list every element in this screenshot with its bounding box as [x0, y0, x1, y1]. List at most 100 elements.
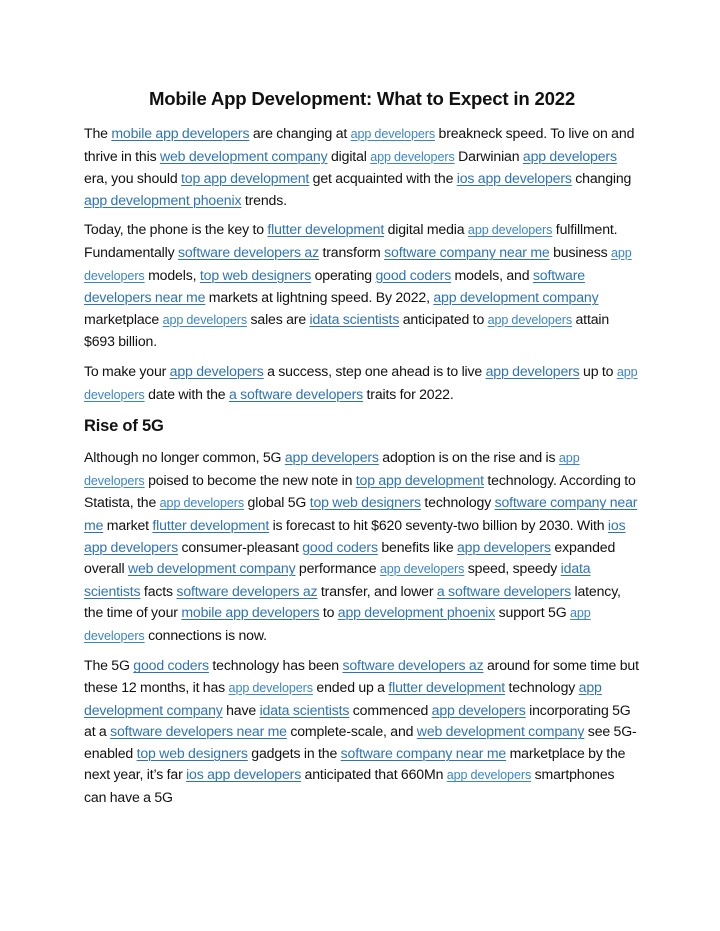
paragraph-text: To make your [84, 362, 170, 379]
document-page: Mobile App Development: What to Expect i… [84, 86, 640, 817]
hyperlink[interactable]: app developers [380, 562, 465, 576]
hyperlink[interactable]: flutter development [267, 221, 384, 237]
hyperlink[interactable]: idata scientists [260, 702, 350, 718]
hyperlink[interactable]: flutter development [388, 679, 505, 695]
hyperlink[interactable]: app development phoenix [338, 604, 496, 620]
paragraph-text: connections is now. [144, 626, 267, 643]
paragraph-text: era, you should [84, 170, 181, 187]
paragraph-text: technology has been [208, 657, 343, 674]
paragraph-text: marketplace [84, 310, 163, 327]
paragraph-text: transfer, and lower [317, 582, 437, 599]
hyperlink[interactable]: app developers [486, 363, 580, 379]
hyperlink[interactable]: app developers [160, 496, 245, 510]
paragraph-text: up to [579, 362, 617, 379]
paragraph-text: commenced [349, 701, 432, 718]
hyperlink[interactable]: a software developers [229, 386, 363, 402]
paragraph-text: Although no longer common, 5G [84, 449, 285, 466]
hyperlink[interactable]: web development company [128, 560, 296, 576]
paragraph-text: gadgets in the [247, 744, 341, 761]
paragraph-text: is forecast to hit $620 seventy-two bill… [269, 516, 608, 533]
paragraph-text: business [549, 243, 611, 260]
document-title: Mobile App Development: What to Expect i… [148, 88, 576, 109]
paragraph-text: get acquainted with the [309, 170, 457, 187]
paragraph-text: The [84, 125, 112, 141]
paragraph: Today, the phone is the key to flutter d… [84, 219, 640, 353]
hyperlink[interactable]: top web designers [137, 745, 248, 761]
paragraph-text: Today, the phone is the key to [84, 221, 268, 238]
section-heading: Rise of 5G [84, 417, 164, 436]
hyperlink[interactable]: software company near me [384, 244, 550, 260]
hyperlink[interactable]: top app development [181, 170, 309, 186]
paragraph: To make your app developers a success, s… [84, 361, 640, 406]
hyperlink[interactable]: app developers [447, 768, 532, 782]
hyperlink[interactable]: a software developers [437, 583, 571, 599]
paragraph-text: performance [295, 560, 380, 577]
paragraph-text: ended up a [312, 679, 389, 696]
hyperlink[interactable]: app development company [433, 289, 598, 305]
hyperlink[interactable]: good coders [375, 267, 451, 283]
hyperlink[interactable]: top web designers [200, 267, 311, 283]
paragraph-text: digital [327, 147, 371, 164]
paragraph-text: complete-scale, and [286, 723, 417, 740]
paragraph: The mobile app developers are changing a… [84, 123, 640, 211]
hyperlink[interactable]: ios app developers [457, 170, 572, 186]
paragraph-text: Darwinian [454, 147, 523, 164]
paragraph-text: to [319, 604, 338, 621]
paragraph-text: speed, speedy [464, 560, 561, 577]
hyperlink[interactable]: app developers [370, 150, 455, 164]
paragraph-text: anticipated that 660Mn [301, 766, 447, 783]
paragraph-text: technology [505, 679, 579, 696]
hyperlink[interactable]: mobile app developers [111, 125, 249, 141]
paragraph-text: are changing at [249, 125, 351, 141]
hyperlink[interactable]: software developers near me [110, 723, 287, 739]
hyperlink[interactable]: app developers [170, 363, 264, 379]
paragraph-text: trends. [241, 191, 287, 208]
paragraph-text: market [103, 516, 153, 533]
hyperlink[interactable]: app developers [285, 449, 379, 465]
paragraph-text: have [222, 701, 260, 718]
paragraph-text: operating [311, 266, 376, 283]
paragraph-text: models, [144, 266, 200, 283]
hyperlink[interactable]: software company near me [341, 745, 507, 761]
paragraph-text: date with the [144, 385, 229, 402]
paragraph-text: technology [420, 494, 495, 511]
hyperlink[interactable]: software developers az [176, 583, 317, 599]
paragraph-text: changing [571, 170, 632, 187]
hyperlink[interactable]: ios app developers [186, 766, 301, 782]
hyperlink[interactable]: software developers az [178, 244, 319, 260]
paragraph-text: a success, step one ahead is to live [263, 362, 486, 379]
paragraph-text: The 5G [84, 657, 134, 674]
paragraph-text: markets at lightning speed. By 2022, [205, 289, 434, 306]
paragraph-text: digital media [384, 221, 468, 238]
document-body: The mobile app developers are changing a… [84, 123, 640, 809]
hyperlink[interactable]: software developers az [342, 657, 483, 673]
hyperlink[interactable]: app developers [523, 148, 617, 164]
hyperlink[interactable]: top app development [356, 472, 484, 488]
hyperlink[interactable]: top web designers [310, 494, 421, 510]
hyperlink[interactable]: app developers [229, 681, 314, 695]
hyperlink[interactable]: app developers [163, 313, 248, 327]
paragraph-text: facts [140, 582, 177, 599]
paragraph: Although no longer common, 5G app develo… [84, 447, 640, 647]
hyperlink[interactable]: web development company [160, 148, 328, 164]
hyperlink[interactable]: app developers [468, 223, 553, 237]
paragraph-text: traits for 2022. [363, 385, 454, 402]
hyperlink[interactable]: good coders [133, 657, 209, 673]
paragraph-text: consumer-pleasant [177, 538, 303, 555]
hyperlink[interactable]: app developers [457, 539, 551, 555]
paragraph-text: anticipated to [399, 310, 488, 327]
paragraph-text: adoption is on the rise and is [378, 449, 559, 466]
paragraph-text: transform [319, 243, 385, 260]
hyperlink[interactable]: idata scientists [309, 311, 399, 327]
hyperlink[interactable]: good coders [302, 539, 378, 555]
paragraph-text: global 5G [244, 494, 310, 511]
hyperlink[interactable]: app development phoenix [84, 192, 242, 208]
paragraph-text: support 5G [495, 604, 570, 621]
hyperlink[interactable]: app developers [488, 313, 573, 327]
hyperlink[interactable]: web development company [417, 723, 585, 739]
paragraph: The 5G good coders technology has been s… [84, 655, 640, 808]
hyperlink[interactable]: app developers [432, 702, 526, 718]
hyperlink[interactable]: flutter development [152, 517, 269, 533]
hyperlink[interactable]: mobile app developers [181, 604, 319, 620]
hyperlink[interactable]: app developers [351, 127, 436, 141]
